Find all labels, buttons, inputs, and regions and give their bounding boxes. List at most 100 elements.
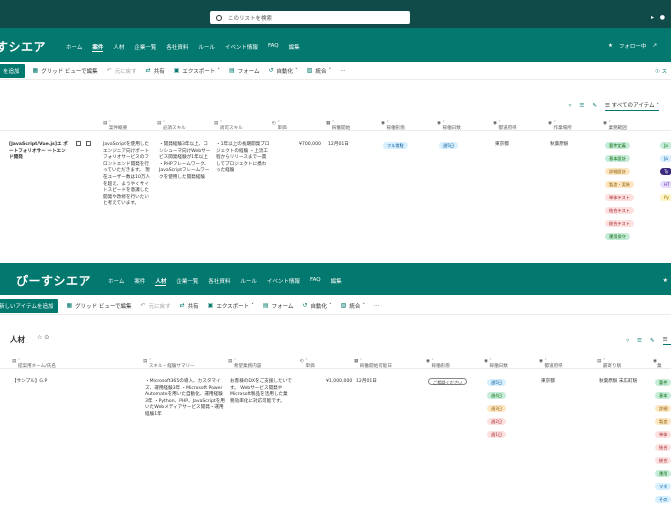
chevron-down-icon: ˅ — [328, 67, 332, 74]
new-item-button[interactable]: 新しいアイテムを追加 — [0, 298, 59, 313]
nav-home[interactable]: ホーム — [108, 277, 124, 286]
site-title[interactable]: ぴーすシエア — [16, 272, 91, 289]
nav-home[interactable]: ホーム — [66, 43, 82, 52]
automate-button[interactable]: ↺ 自動化 ˅ — [268, 67, 297, 75]
scope-tag: 運用 — [655, 470, 671, 477]
column-header[interactable]: ▦ 稼働開始可能日 ˅ — [354, 359, 392, 369]
nav-rules[interactable]: ルール — [198, 43, 215, 52]
scope-tag: 単体テスト — [605, 194, 634, 201]
days-tag: 週3日 — [487, 405, 507, 412]
form-button[interactable]: ▤ フォーム — [229, 67, 260, 75]
column-header[interactable]: ▤ 必須スキル ˅ — [157, 121, 186, 131]
nav-edit[interactable]: 編集 — [289, 43, 300, 52]
nav-edit[interactable]: 編集 — [331, 277, 342, 286]
cell-price: ¥700,000 — [299, 142, 321, 147]
group-icon[interactable]: ☰ — [579, 103, 584, 109]
integrate-button[interactable]: ▧ 統合 ˅ — [307, 67, 331, 75]
nav-events[interactable]: イベント情報 — [225, 43, 258, 52]
automate-button[interactable]: ↺ 自動化 ˅ — [302, 302, 331, 310]
nav-documents[interactable]: 各社資料 — [208, 277, 230, 286]
row-title[interactable]: [JavaScript/Vue.js]エ ポートフォリオサー ートエンド開発 — [9, 142, 69, 162]
column-header[interactable]: ▤ 希望業務内容 ˅ — [228, 359, 261, 369]
view-bar: ▿ ☰ ✎ ☰ — [626, 337, 671, 345]
search-input[interactable]: このリストを検索 — [210, 11, 410, 24]
column-header[interactable]: ◉ 都道府県 ˅ — [539, 359, 563, 369]
grid-edit-button[interactable]: ▦ グリッド ビューで編集 — [66, 302, 131, 310]
nav-documents[interactable]: 各社資料 — [166, 43, 188, 52]
undo-button[interactable]: ↶ 元に戻す — [141, 302, 171, 310]
undo-icon: ↶ — [140, 302, 146, 309]
days-tag: 週1日 — [487, 431, 507, 438]
column-header[interactable]: ◴ 単価 ˅ — [272, 121, 287, 131]
cell-preferred-skills: ・1年以上の長期開発プロジェクトの経験 ・上流工程からリリースまで一貫してプロジ… — [216, 142, 270, 174]
site-nav: ホーム 案件 人材 企業一覧 各社資料 ルール イベント情報 FAQ 編集 — [66, 43, 300, 52]
star-icon[interactable]: ★ — [663, 277, 668, 284]
export-button[interactable]: ▣ エクスポート ˅ — [208, 302, 254, 310]
nav-rules[interactable]: ルール — [240, 277, 257, 286]
favorite-icon[interactable]: ☆ ⊙ — [37, 334, 49, 341]
column-header[interactable]: ▤ 尚可スキル ˅ — [214, 121, 243, 131]
skill-tag: Ja — [660, 155, 671, 162]
app-bar-icons[interactable]: ▸ ● — [651, 14, 665, 21]
more-button[interactable]: ··· — [340, 68, 345, 74]
nav-faq[interactable]: FAQ — [268, 43, 279, 52]
site-title[interactable]: すシエア — [0, 38, 46, 55]
column-header[interactable]: ▦ 稼働開始 ˅ — [326, 121, 350, 131]
share-button[interactable]: ⇄ 共有 — [180, 302, 199, 310]
column-header[interactable]: ◉ 都道府県 ˅ — [493, 121, 517, 131]
edit-view-icon[interactable]: ✎ — [592, 103, 597, 109]
column-header[interactable]: ◉ 業務範囲 ˅ — [603, 121, 627, 131]
nav-projects[interactable]: 案件 — [92, 43, 104, 52]
column-header[interactable]: ◉ 稼働形態 ˅ — [381, 121, 405, 131]
row-checkbox[interactable] — [86, 141, 91, 146]
nav-events[interactable]: イベント情報 — [267, 277, 300, 286]
column-header[interactable]: ◉ 業 — [653, 359, 662, 369]
undo-button[interactable]: ↶ 元に戻す — [107, 67, 137, 75]
grid-edit-button[interactable]: ▦ グリッド ビューで編集 — [33, 67, 98, 75]
form-button[interactable]: ▤ フォーム — [263, 302, 294, 310]
nav-companies[interactable]: 企業一覧 — [176, 277, 198, 286]
column-header[interactable]: ▤ スキル・経験サマリー ˅ — [143, 359, 195, 369]
share-button[interactable]: ⇄ 共有 — [146, 67, 165, 75]
nav-faq[interactable]: FAQ — [310, 277, 321, 286]
group-icon[interactable]: ☰ — [637, 338, 642, 344]
scope-tag: 結合 — [655, 444, 671, 451]
column-header[interactable]: ▤ 案件概要 ˅ — [103, 121, 127, 131]
integrate-button[interactable]: ▧ 統合 ˅ — [341, 302, 365, 310]
nav-companies[interactable]: 企業一覧 — [134, 43, 156, 52]
view-selector[interactable]: ☰ すべてのアイテム ˅ — [604, 101, 659, 111]
filter-icon[interactable]: ▿ — [569, 103, 572, 109]
column-header[interactable]: ◉ 稼働日数 ˅ — [484, 359, 508, 369]
scope-tag: 運用保守 — [605, 233, 630, 240]
edit-view-icon[interactable]: ✎ — [650, 338, 655, 344]
column-header-row: ▤ 提案用ネーム/氏名 ˅ ▤ スキル・経験サマリー ˅ ▤ 希望業務内容 ˅ … — [0, 355, 671, 369]
column-header[interactable]: ▤ 提案用ネーム/氏名 ˅ — [12, 359, 56, 369]
integrate-icon: ▧ — [306, 67, 313, 74]
command-bar: を追加 ▦ グリッド ビューで編集 ↶ 元に戻す ⇄ 共有 ▣ エクスポート ˅ ▤ フォー… — [0, 62, 671, 80]
column-header[interactable]: ◉ 稼働日数 ˅ — [437, 121, 461, 131]
follow-button[interactable]: ★ フォロー中 ↗ — [608, 42, 657, 50]
new-item-button[interactable]: を追加 — [0, 63, 25, 78]
column-header[interactable]: ◴ 単価 ˅ — [300, 359, 315, 369]
view-selector[interactable]: ☰ — [662, 337, 671, 345]
site-header: ぴーすシエア ホーム 案件 人材 企業一覧 各社資料 ルール イベント情報 FA… — [0, 263, 671, 295]
more-button[interactable]: ··· — [374, 303, 379, 309]
column-header[interactable]: ▤ 最寄り駅 ˅ — [597, 359, 621, 369]
nav-projects[interactable]: 案件 — [134, 277, 145, 286]
scope-tag: 詳細 — [655, 405, 671, 412]
cell-wish: お客様のDXをご支援したいです。 Webサービス開発やMicrosoft製品を活… — [230, 379, 292, 404]
column-header[interactable]: ◉ 作業場所 ˅ — [548, 121, 572, 131]
export-button[interactable]: ▣ エクスポート ˅ — [174, 67, 220, 75]
nav-talent[interactable]: 人材 — [113, 43, 124, 52]
cell-prefecture: 東京都 — [541, 379, 555, 384]
view-bar: ▿ ☰ ✎ ☰ すべてのアイテム ˅ — [569, 101, 671, 111]
person-icon[interactable]: ☉ ス — [655, 67, 667, 75]
nav-talent[interactable]: 人材 — [155, 277, 167, 286]
filter-icon[interactable]: ▿ — [626, 338, 629, 344]
star-icon: ★ — [607, 43, 613, 49]
column-header[interactable]: ◉ 稼働形態 ˅ — [426, 359, 450, 369]
scope-tag: 総合 — [655, 457, 671, 464]
row-checkbox[interactable] — [76, 141, 81, 146]
row-name[interactable]: 【サンプル】G.P — [12, 379, 47, 386]
integrate-icon: ▧ — [340, 302, 347, 309]
